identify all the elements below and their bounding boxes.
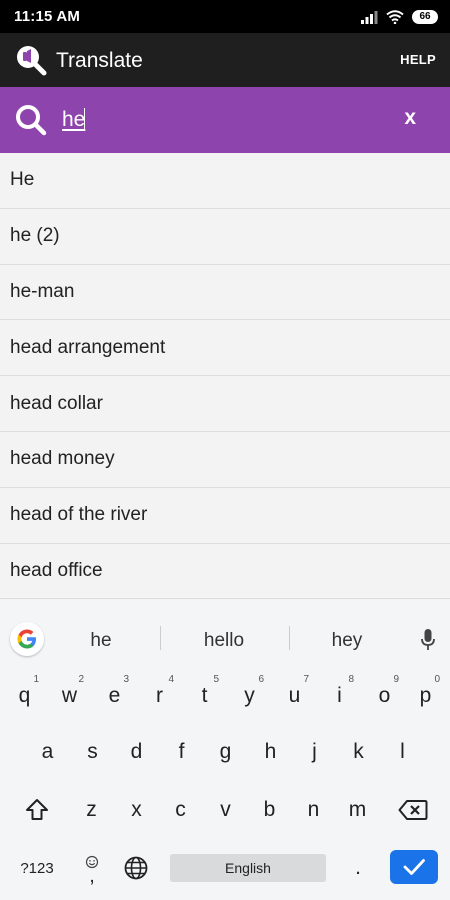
key-label: e	[108, 684, 121, 707]
shift-icon	[26, 799, 48, 820]
key-c[interactable]: c	[158, 786, 203, 834]
key-v[interactable]: v	[203, 786, 248, 834]
key-label: p	[419, 684, 432, 707]
key-hint: 6	[258, 674, 264, 685]
result-item[interactable]: head office	[0, 543, 450, 600]
key-label: y	[244, 684, 255, 707]
key-i[interactable]: i8	[317, 672, 362, 720]
key-hint: 3	[123, 674, 129, 685]
search-icon[interactable]	[14, 103, 48, 137]
key-hint: 4	[168, 674, 174, 685]
status-bar: 11:15 AM 66	[0, 0, 450, 33]
key-t[interactable]: t5	[182, 672, 227, 720]
suggestion-strip: he hello hey	[0, 600, 450, 658]
key-h[interactable]: h	[248, 728, 293, 776]
result-item[interactable]: head collar	[0, 376, 450, 432]
key-label: r	[156, 684, 163, 707]
result-item[interactable]: head arrangement	[0, 320, 450, 377]
result-item[interactable]: he (2)	[0, 208, 450, 265]
key-b[interactable]: b	[247, 786, 292, 834]
app-title: Translate	[56, 49, 143, 72]
key-hint: 1	[33, 674, 39, 685]
comma-key[interactable]: ,	[70, 844, 114, 892]
mic-icon[interactable]	[420, 628, 436, 652]
suggestion-divider	[160, 626, 161, 650]
help-button[interactable]: HELP	[400, 52, 436, 67]
key-label: q	[18, 684, 31, 707]
clear-search-button[interactable]: x	[404, 106, 416, 130]
globe-icon	[124, 856, 148, 880]
suggestion-hey[interactable]: hey	[287, 630, 407, 652]
app-bar: Translate HELP	[0, 33, 450, 87]
key-hint: 5	[213, 674, 219, 685]
result-item[interactable]: head of the river	[0, 487, 450, 544]
suggestion-hello[interactable]: hello	[164, 630, 284, 652]
key-d[interactable]: d	[114, 728, 159, 776]
key-label: o	[378, 684, 391, 707]
key-m[interactable]: m	[335, 786, 380, 834]
key-hint: 9	[393, 674, 399, 685]
search-input[interactable]: he	[62, 108, 85, 132]
key-g[interactable]: g	[203, 728, 248, 776]
key-y[interactable]: y6	[227, 672, 272, 720]
key-o[interactable]: o9	[362, 672, 407, 720]
symbols-key[interactable]: ?123	[10, 844, 64, 892]
key-f[interactable]: f	[159, 728, 204, 776]
wifi-icon	[386, 10, 404, 24]
battery-level: 66	[419, 11, 431, 22]
language-key[interactable]	[114, 844, 158, 892]
google-g-icon[interactable]	[10, 622, 44, 656]
comma-label: ,	[89, 865, 95, 887]
signal-icon	[361, 11, 378, 24]
key-r[interactable]: r4	[137, 672, 182, 720]
text-caret	[84, 108, 85, 130]
key-j[interactable]: j	[292, 728, 337, 776]
key-k[interactable]: k	[336, 728, 381, 776]
key-x[interactable]: x	[114, 786, 159, 834]
key-a[interactable]: a	[25, 728, 70, 776]
results-list: He he (2) he-man head arrangement head c…	[0, 153, 450, 600]
key-l[interactable]: l	[380, 728, 425, 776]
backspace-key[interactable]	[390, 786, 436, 834]
result-item[interactable]: he-man	[0, 264, 450, 321]
key-hint: 7	[303, 674, 309, 685]
shift-key[interactable]	[14, 786, 60, 834]
check-icon	[403, 859, 425, 875]
key-label: w	[61, 684, 78, 707]
spacebar[interactable]: English	[170, 854, 326, 882]
backspace-icon	[398, 800, 428, 820]
key-label: i	[337, 684, 342, 707]
key-s[interactable]: s	[70, 728, 115, 776]
status-time: 11:15 AM	[14, 8, 81, 25]
result-item[interactable]: He	[0, 153, 450, 209]
enter-key[interactable]	[390, 850, 438, 884]
keyboard: he hello hey q1 w2 e3 r4 t5 y6 u7 i8 o9 …	[0, 600, 450, 900]
key-u[interactable]: u7	[272, 672, 317, 720]
suggestion-he[interactable]: he	[41, 630, 161, 652]
key-w[interactable]: w2	[47, 672, 92, 720]
battery-icon: 66	[412, 10, 438, 24]
key-hint: 2	[78, 674, 84, 685]
app-logo-icon	[17, 46, 47, 76]
result-item[interactable]: head money	[0, 431, 450, 488]
key-label: t	[201, 684, 208, 707]
google-logo	[17, 629, 36, 649]
period-key[interactable]: .	[336, 844, 380, 892]
key-hint: 0	[434, 674, 440, 685]
status-icons: 66	[360, 8, 438, 26]
key-p[interactable]: p0	[403, 672, 448, 720]
key-n[interactable]: n	[291, 786, 336, 834]
key-z[interactable]: z	[69, 786, 114, 834]
search-bar: he x	[0, 87, 450, 153]
key-label: u	[288, 684, 301, 707]
key-hint: 8	[348, 674, 354, 685]
key-q[interactable]: q1	[2, 672, 47, 720]
key-e[interactable]: e3	[92, 672, 137, 720]
